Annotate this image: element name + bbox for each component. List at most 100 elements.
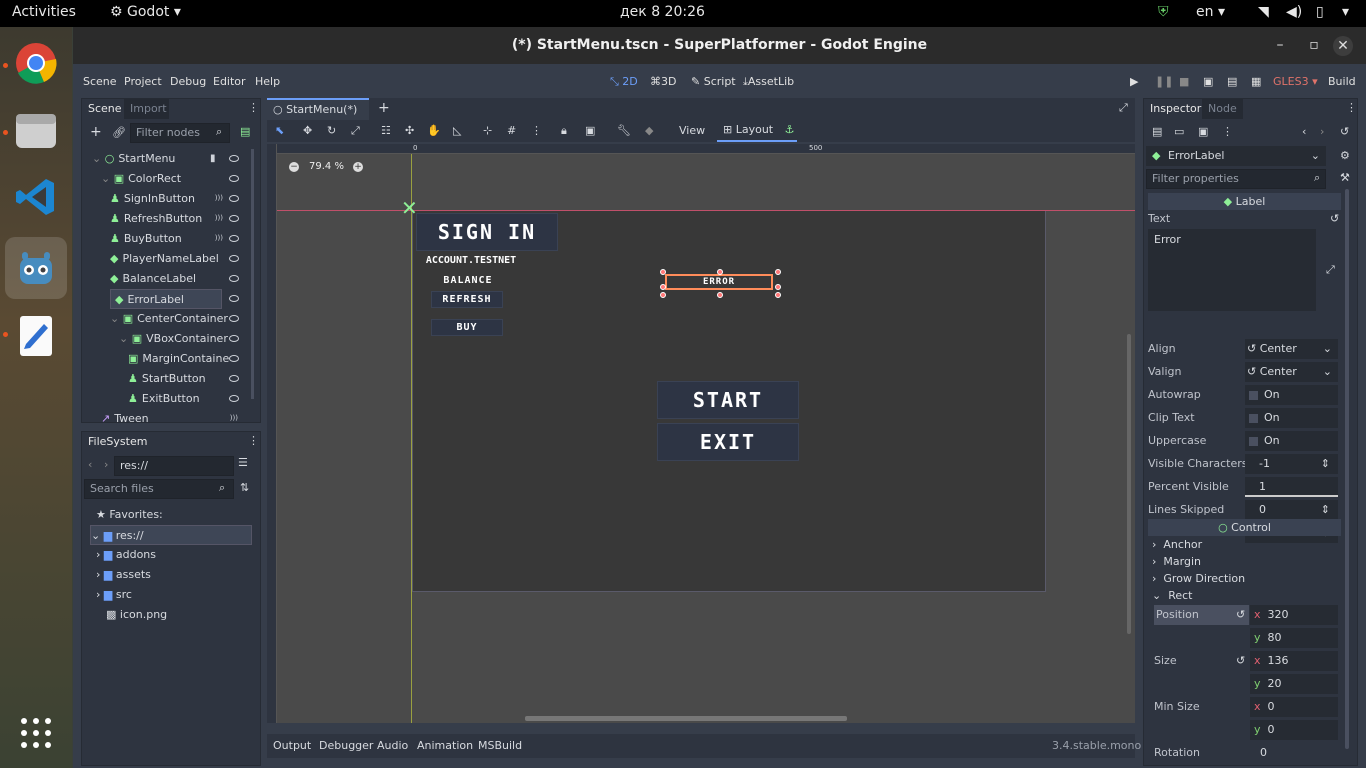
- snap-icon[interactable]: ⊹: [483, 124, 492, 137]
- expand-caret-icon[interactable]: ⌄: [101, 172, 114, 185]
- stop-icon[interactable]: ■: [1179, 75, 1189, 88]
- signal-icon[interactable]: ))): [215, 195, 223, 203]
- error-label[interactable]: ERROR: [665, 274, 773, 290]
- scene-scrollbar[interactable]: [251, 149, 254, 399]
- resize-handle[interactable]: [660, 284, 666, 290]
- zoom-in-icon[interactable]: +: [353, 162, 363, 172]
- section-control[interactable]: ○ Control: [1148, 519, 1341, 536]
- path-field[interactable]: res://: [114, 456, 234, 476]
- add-node-icon[interactable]: +: [90, 124, 102, 140]
- tab-animation[interactable]: Animation: [417, 739, 473, 752]
- chrome-icon[interactable]: [10, 37, 62, 89]
- power-menu-icon[interactable]: ▾: [1342, 4, 1349, 20]
- refresh-button[interactable]: REFRESH: [431, 291, 503, 308]
- more-options-icon[interactable]: ⋮: [531, 124, 542, 137]
- files-icon[interactable]: [10, 104, 62, 156]
- prop-value-field[interactable]: On: [1245, 408, 1338, 428]
- revert-icon[interactable]: ↺: [1236, 608, 1245, 621]
- clock[interactable]: дек 8 20:26: [620, 4, 705, 20]
- node-selector[interactable]: ◆ ErrorLabel ⌄: [1146, 146, 1326, 166]
- section-label-class[interactable]: ◆ Label: [1148, 193, 1341, 210]
- visibility-eye-icon[interactable]: [229, 375, 239, 382]
- checkbox-icon[interactable]: [1249, 436, 1258, 446]
- tab-msbuild[interactable]: MSBuild: [478, 739, 522, 752]
- play-custom-icon[interactable]: ▤: [1227, 75, 1237, 88]
- close-icon[interactable]: ✕: [1333, 36, 1353, 56]
- open-folder-icon[interactable]: ▭: [1174, 125, 1184, 138]
- start-button[interactable]: START: [657, 381, 799, 419]
- group-margin[interactable]: › Margin: [1152, 553, 1201, 570]
- tab-node[interactable]: Node: [1202, 99, 1243, 119]
- dropdown-arrow-icon[interactable]: ⌄: [1323, 339, 1332, 359]
- object-properties-icon[interactable]: ⚙: [1340, 149, 1350, 162]
- text-editor-icon[interactable]: [10, 310, 62, 362]
- tab-scene[interactable]: Scene: [82, 99, 128, 119]
- vscode-icon[interactable]: [10, 171, 62, 223]
- group-grow-direction[interactable]: › Grow Direction: [1152, 570, 1245, 587]
- scene-node-playernamelabel[interactable]: ◆ PlayerNameLabel: [86, 249, 252, 269]
- scene-node-startbutton[interactable]: ♟ StartButton: [86, 369, 252, 389]
- resize-handle[interactable]: [660, 269, 666, 275]
- tab-startmenu[interactable]: ○ StartMenu(*) ✕: [267, 98, 369, 136]
- position-x-field[interactable]: x 320: [1250, 605, 1338, 625]
- fs-item-addons[interactable]: › ▆ addons: [96, 545, 156, 565]
- mode-assetlib[interactable]: ⤓AssetLib: [743, 75, 794, 89]
- visibility-eye-icon[interactable]: [229, 275, 239, 282]
- shield-icon[interactable]: ⛨: [1158, 4, 1169, 20]
- link-icon[interactable]: 🔗︎: [112, 126, 126, 139]
- godot-icon[interactable]: [5, 237, 67, 299]
- signal-icon[interactable]: ))): [230, 415, 238, 423]
- visibility-eye-icon[interactable]: [229, 255, 239, 262]
- revert-icon[interactable]: ↺: [1330, 212, 1339, 225]
- bone-icon[interactable]: 🔧︎: [617, 124, 631, 137]
- split-view-icon[interactable]: ☰: [238, 456, 248, 469]
- tab-audio[interactable]: Audio: [377, 739, 408, 752]
- forward-icon[interactable]: ›: [104, 458, 108, 471]
- position-y-field[interactable]: y 80: [1250, 628, 1338, 648]
- resize-handle[interactable]: [775, 284, 781, 290]
- min-size-x-field[interactable]: x 0: [1250, 697, 1338, 717]
- scene-node-balancelabel[interactable]: ◆ BalanceLabel: [86, 269, 252, 289]
- vertical-scrollbar[interactable]: [1127, 334, 1131, 634]
- tab-debugger[interactable]: Debugger: [319, 739, 373, 752]
- dock-menu-icon[interactable]: ⋮: [1346, 101, 1357, 114]
- min-size-y-field[interactable]: y 0: [1250, 720, 1338, 740]
- visibility-eye-icon[interactable]: [229, 155, 239, 162]
- view-menu[interactable]: View: [679, 124, 705, 137]
- visibility-eye-icon[interactable]: [229, 295, 239, 302]
- history-back-icon[interactable]: ‹: [1302, 125, 1306, 138]
- scene-node-margincontaine[interactable]: ▣ MarginContaine: [86, 349, 252, 369]
- scene-node-errorlabel[interactable]: ◆ ErrorLabel: [110, 289, 222, 309]
- scene-node-refreshbutton[interactable]: ♟ RefreshButton: [86, 209, 252, 229]
- volume-icon[interactable]: ◀): [1286, 4, 1302, 20]
- distraction-free-icon[interactable]: ⤢: [1119, 101, 1128, 115]
- scene-node-colorrect[interactable]: ⌄ ▣ ColorRect: [86, 169, 252, 189]
- more-icon[interactable]: ⋮: [1222, 125, 1233, 138]
- apps-grid-icon[interactable]: [10, 707, 62, 759]
- revert-icon[interactable]: ↺: [1236, 654, 1245, 667]
- visibility-eye-icon[interactable]: [229, 335, 239, 342]
- mode-3d[interactable]: ⌘3D: [650, 75, 676, 88]
- favorites-item[interactable]: ★ Favorites:: [96, 505, 163, 525]
- visibility-eye-icon[interactable]: [229, 175, 239, 182]
- visibility-eye-icon[interactable]: [229, 355, 239, 362]
- scene-node-centercontainer[interactable]: ⌄ ▣ CenterContainer: [86, 309, 252, 329]
- scene-node-buybutton[interactable]: ♟ BuyButton: [86, 229, 252, 249]
- history-forward-icon[interactable]: ›: [1320, 125, 1324, 138]
- grid-snap-icon[interactable]: #: [507, 124, 516, 137]
- select-tool-icon[interactable]: ⬉: [275, 124, 284, 137]
- scene-node-startmenu[interactable]: ⌄ ○ StartMenu: [86, 149, 252, 169]
- pause-icon[interactable]: ❚❚: [1155, 75, 1173, 88]
- new-resource-icon[interactable]: ▤: [1152, 125, 1162, 138]
- property-options-icon[interactable]: ⚒: [1340, 171, 1350, 184]
- scene-node-exitbutton[interactable]: ♟ ExitButton: [86, 389, 252, 409]
- revert-icon[interactable]: ↺: [1247, 342, 1260, 355]
- search-files-input[interactable]: Search files: [84, 479, 234, 499]
- move-tool-icon[interactable]: ✥: [303, 124, 312, 137]
- menu-scene[interactable]: Scene: [83, 75, 117, 88]
- pan-tool-icon[interactable]: ✋: [427, 124, 441, 137]
- prop-value-field[interactable]: -1⇕: [1245, 454, 1338, 474]
- expand-editor-icon[interactable]: ⤢: [1326, 263, 1335, 277]
- new-tab-icon[interactable]: +: [378, 100, 390, 116]
- expand-caret-icon[interactable]: ⌄: [110, 312, 123, 325]
